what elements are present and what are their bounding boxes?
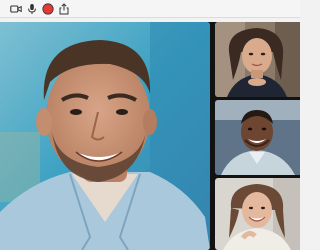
participant-video xyxy=(215,100,300,175)
microphone-icon xyxy=(28,3,36,14)
share-button[interactable] xyxy=(58,2,70,15)
participant-video xyxy=(215,22,300,97)
participant-tile[interactable] xyxy=(215,22,300,97)
video-grid xyxy=(0,22,300,250)
main-speaker-video xyxy=(0,22,210,250)
call-toolbar xyxy=(0,0,300,18)
camera-toggle-button[interactable] xyxy=(10,3,22,15)
participant-video xyxy=(215,178,300,250)
video-camera-icon xyxy=(10,4,22,13)
microphone-toggle-button[interactable] xyxy=(26,3,38,15)
record-button[interactable] xyxy=(42,2,54,15)
participant-tile[interactable] xyxy=(215,178,300,250)
share-icon xyxy=(59,2,69,14)
record-icon xyxy=(42,2,54,15)
main-video-tile[interactable] xyxy=(0,22,210,250)
participant-tile[interactable] xyxy=(215,100,300,175)
